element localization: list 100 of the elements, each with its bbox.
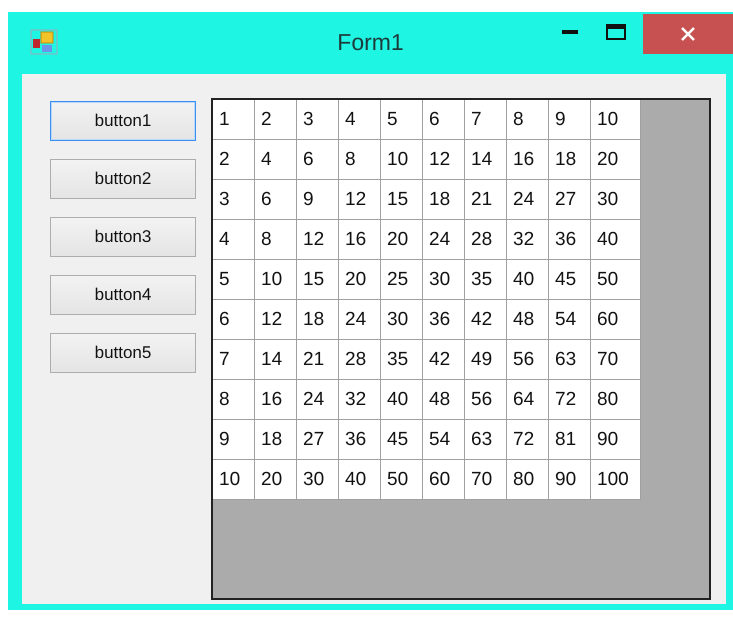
table-cell: 2 — [213, 140, 255, 180]
table-cell: 8 — [507, 100, 549, 140]
table-cell: 27 — [549, 180, 591, 220]
form-button[interactable]: button1 — [50, 101, 196, 141]
table-cell: 50 — [591, 260, 641, 300]
table-cell: 18 — [549, 140, 591, 180]
table-cell: 14 — [255, 340, 297, 380]
table-cell: 15 — [297, 260, 339, 300]
table-cell: 21 — [297, 340, 339, 380]
table-cell: 49 — [465, 340, 507, 380]
table-cell: 10 — [255, 260, 297, 300]
table-cell: 30 — [297, 460, 339, 500]
table-cell: 81 — [549, 420, 591, 460]
app-icon — [30, 29, 58, 55]
table-cell: 20 — [591, 140, 641, 180]
table-cell: 16 — [507, 140, 549, 180]
table-cell: 15 — [381, 180, 423, 220]
table-cell: 36 — [423, 300, 465, 340]
table-cell: 6 — [297, 140, 339, 180]
minimize-icon — [562, 30, 578, 34]
table-cell: 40 — [339, 460, 381, 500]
table-cell: 72 — [549, 380, 591, 420]
table-cell: 24 — [339, 300, 381, 340]
table-cell: 5 — [381, 100, 423, 140]
table-cell: 28 — [339, 340, 381, 380]
table-cell: 10 — [591, 100, 641, 140]
form-button[interactable]: button2 — [50, 159, 196, 199]
table-cell: 9 — [213, 420, 255, 460]
table-cell: 40 — [591, 220, 641, 260]
table-cell: 36 — [549, 220, 591, 260]
table-cell: 80 — [507, 460, 549, 500]
table-cell: 56 — [465, 380, 507, 420]
close-button[interactable] — [643, 14, 733, 54]
table-cell: 35 — [381, 340, 423, 380]
table-cell: 40 — [507, 260, 549, 300]
table-cell: 7 — [465, 100, 507, 140]
table-cell: 2 — [255, 100, 297, 140]
table-cell: 45 — [549, 260, 591, 300]
table-cell: 25 — [381, 260, 423, 300]
table-cell: 28 — [465, 220, 507, 260]
table-cell: 100 — [591, 460, 641, 500]
table-cell: 80 — [591, 380, 641, 420]
table-cell: 12 — [297, 220, 339, 260]
table-cell: 8 — [339, 140, 381, 180]
table-cell: 18 — [423, 180, 465, 220]
table-cell: 27 — [297, 420, 339, 460]
table-cell: 36 — [339, 420, 381, 460]
table-cell: 6 — [423, 100, 465, 140]
table-cell: 14 — [465, 140, 507, 180]
table-cell: 3 — [213, 180, 255, 220]
table-cell: 10 — [381, 140, 423, 180]
table-cell: 12 — [339, 180, 381, 220]
table-cell: 8 — [255, 220, 297, 260]
table-cell: 16 — [339, 220, 381, 260]
form-button[interactable]: button4 — [50, 275, 196, 315]
table-cell: 21 — [465, 180, 507, 220]
table-cell: 24 — [297, 380, 339, 420]
table-cell: 8 — [213, 380, 255, 420]
table-cell: 4 — [339, 100, 381, 140]
table-cell: 9 — [549, 100, 591, 140]
table-cell: 24 — [507, 180, 549, 220]
table-cell: 42 — [423, 340, 465, 380]
table-cell: 6 — [213, 300, 255, 340]
table-cell: 50 — [381, 460, 423, 500]
table-cell: 72 — [507, 420, 549, 460]
table-cell: 90 — [549, 460, 591, 500]
table-cell: 63 — [465, 420, 507, 460]
table-cell: 48 — [423, 380, 465, 420]
table-cell: 63 — [549, 340, 591, 380]
table-cell: 60 — [591, 300, 641, 340]
table-cell: 16 — [255, 380, 297, 420]
table-cell: 7 — [213, 340, 255, 380]
maximize-icon — [606, 24, 626, 40]
table-cell: 45 — [381, 420, 423, 460]
form-button[interactable]: button3 — [50, 217, 196, 257]
table-cell: 32 — [339, 380, 381, 420]
form-button[interactable]: button5 — [50, 333, 196, 373]
table-cell: 40 — [381, 380, 423, 420]
table-cell: 30 — [423, 260, 465, 300]
table-cell: 42 — [465, 300, 507, 340]
table-cell: 20 — [339, 260, 381, 300]
table-cell: 9 — [297, 180, 339, 220]
window-title: Form1 — [337, 29, 404, 56]
table-cell: 60 — [423, 460, 465, 500]
table-cell: 30 — [381, 300, 423, 340]
table-cell: 90 — [591, 420, 641, 460]
table-cell: 5 — [213, 260, 255, 300]
close-icon — [680, 26, 696, 42]
table-cell: 54 — [423, 420, 465, 460]
table-cell: 70 — [591, 340, 641, 380]
table-cell: 18 — [297, 300, 339, 340]
table-cell: 54 — [549, 300, 591, 340]
table-cell: 4 — [255, 140, 297, 180]
table-cell: 20 — [255, 460, 297, 500]
table-cell: 24 — [423, 220, 465, 260]
table-cell: 12 — [423, 140, 465, 180]
table-cell: 56 — [507, 340, 549, 380]
table-cell: 35 — [465, 260, 507, 300]
table-cell: 12 — [255, 300, 297, 340]
table-cell: 3 — [297, 100, 339, 140]
